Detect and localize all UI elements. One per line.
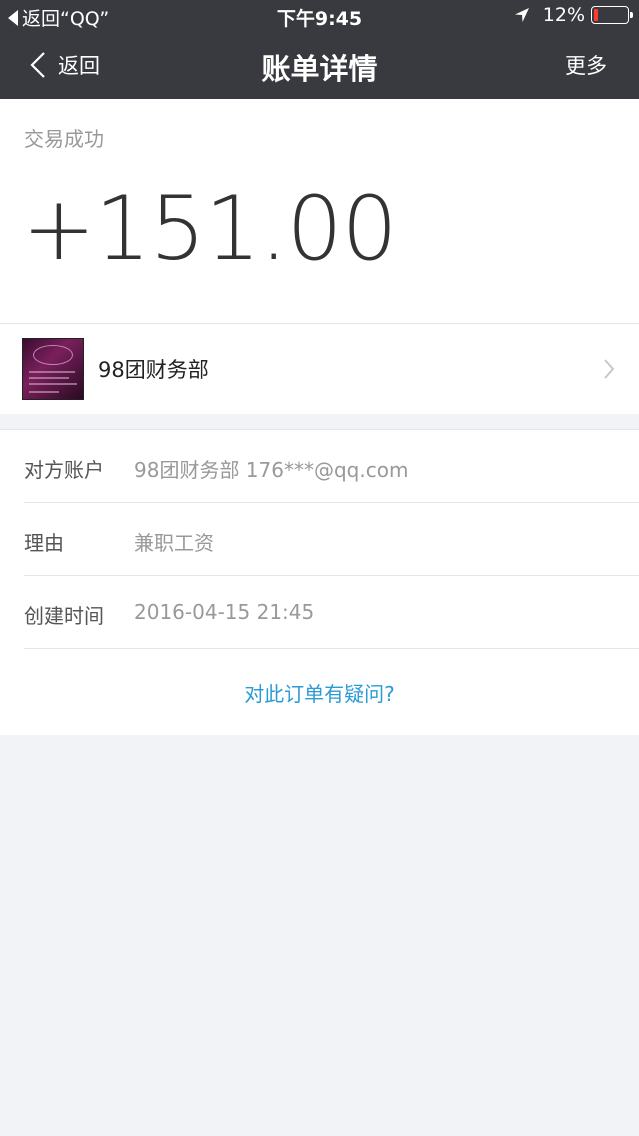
header: 返回“QQ” 下午9:45 12% 返回 账单详情 更多 <box>0 0 639 99</box>
chevron-right-icon <box>604 359 615 379</box>
merchant-row[interactable]: 98团财务部 <box>0 323 639 414</box>
avatar-logo-shape <box>33 345 73 365</box>
status-bar: 返回“QQ” 下午9:45 12% <box>0 0 639 34</box>
location-arrow-icon <box>514 8 529 22</box>
transaction-status: 交易成功 <box>24 127 104 151</box>
merchant-name: 98团财务部 <box>98 358 209 382</box>
battery-fill <box>594 9 598 21</box>
transaction-details: 对方账户 98团财务部 176***@qq.com 理由 兼职工资 创建时间 2… <box>0 429 639 735</box>
detail-label: 理由 <box>24 531 64 555</box>
detail-value: 兼职工资 <box>134 531 214 555</box>
detail-value: 98团财务部 176***@qq.com <box>134 458 409 482</box>
avatar-text-line <box>29 377 69 379</box>
avatar-text-line <box>29 383 77 385</box>
battery-icon <box>591 6 633 24</box>
detail-value: 2016-04-15 21:45 <box>134 600 315 624</box>
transaction-summary: 交易成功 +151.00 98团财务部 <box>0 99 639 414</box>
detail-row-created-time: 创建时间 2016-04-15 21:45 <box>24 576 639 649</box>
detail-label: 创建时间 <box>24 604 104 628</box>
detail-row-reason: 理由 兼职工资 <box>24 503 639 576</box>
detail-label: 对方账户 <box>24 458 104 482</box>
transaction-amount: +151.00 <box>22 177 398 280</box>
page-title: 账单详情 <box>261 52 378 86</box>
avatar-text-line <box>29 371 75 373</box>
merchant-avatar <box>22 338 84 400</box>
status-right: 12% <box>513 4 633 26</box>
battery-percent: 12% <box>542 4 585 26</box>
order-question-link[interactable]: 对此订单有疑问? <box>0 678 639 707</box>
nav-bar: 返回 账单详情 更多 <box>0 34 639 99</box>
avatar-text-line <box>29 391 59 393</box>
detail-row-account: 对方账户 98团财务部 176***@qq.com <box>24 430 639 503</box>
more-button[interactable]: 更多 <box>565 50 607 80</box>
